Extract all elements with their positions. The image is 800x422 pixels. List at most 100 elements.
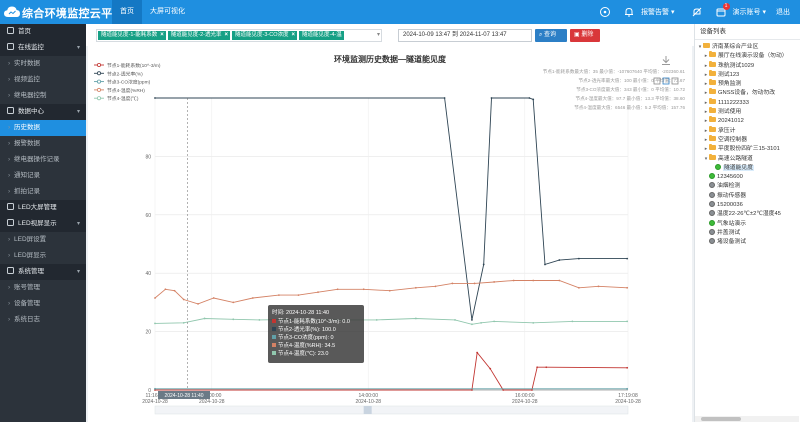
- zoom-slider-track[interactable]: [154, 405, 629, 415]
- legend-marker: [96, 79, 101, 84]
- sidebar-item[interactable]: › 账号管理: [0, 280, 86, 296]
- node-tag-select[interactable]: 隧道能见度-1-能耗系数 × 隧道能见度-2-透光率 × 隧道能见度-3-CO浓度 × 隧道…: [96, 29, 382, 42]
- sidebar-item[interactable]: › 实时数据: [0, 56, 86, 72]
- x-tick-date: 2024-10-28: [512, 399, 538, 405]
- sidebar-item[interactable]: › 系统日志: [0, 312, 86, 328]
- chevron-down-icon: ▾: [76, 269, 80, 275]
- y-tick-label: 20: [145, 330, 151, 336]
- sidebar-item[interactable]: › 继电器控制: [0, 88, 86, 104]
- chart-title: 环境监测历史数据—隧道能见度: [334, 54, 447, 64]
- zoom-slider-handle[interactable]: [363, 406, 372, 414]
- sidebar-item[interactable]: › 继电器操作记录: [0, 152, 86, 168]
- device-tree-node[interactable]: 12345600: [695, 173, 799, 182]
- nav-big-screen[interactable]: 大屏可视化: [142, 0, 193, 24]
- series-point: [532, 98, 535, 101]
- sidebar-item[interactable]: › LED屏设置: [0, 232, 86, 248]
- legend-item[interactable]: 节点2-透光率(%): [107, 70, 143, 77]
- sidebar-item[interactable]: › LED屏显示: [0, 248, 86, 264]
- close-icon[interactable]: ×: [160, 31, 164, 40]
- x-tick-date: 2024-10-28: [199, 399, 225, 405]
- online-status-icon: [709, 219, 715, 226]
- sidebar-item[interactable]: LED大屏管理: [0, 200, 86, 216]
- device-tree-node[interactable]: 堵设备测试: [695, 238, 799, 247]
- logout-link[interactable]: 退出: [776, 7, 790, 17]
- chevron-right-icon: ›: [8, 236, 11, 243]
- series-color-swatch: [272, 335, 276, 339]
- data-icon: [7, 105, 14, 114]
- sidebar-item[interactable]: › 报警数据: [0, 136, 86, 152]
- sidebar-item[interactable]: › 设备管理: [0, 296, 86, 312]
- series-point: [232, 301, 235, 304]
- top-nav: 首页 大屏可视化: [112, 0, 193, 24]
- sidebar-item[interactable]: 在线监控 ▾: [0, 40, 86, 56]
- device-tree-node[interactable]: 振动传感器: [695, 191, 799, 201]
- series-point: [476, 351, 479, 354]
- download-icon[interactable]: [662, 56, 670, 65]
- series-point: [597, 285, 600, 288]
- legend-item[interactable]: 节点1-能耗系数(10^-3/m): [107, 62, 161, 69]
- sidebar-item[interactable]: › 视频监控: [0, 72, 86, 88]
- device-tree-label: 空调控制器: [718, 136, 747, 143]
- series-point: [212, 297, 215, 299]
- node-tag: 隧道能见度-2-透光率 ×: [167, 31, 230, 40]
- chevron-down-icon[interactable]: ▾: [377, 31, 380, 38]
- sidebar-item[interactable]: › 抓拍记录: [0, 184, 86, 200]
- sidebar-item-label: 系统管理: [18, 268, 44, 275]
- device-tree-node[interactable]: 温度22-26℃±2℃湿度45: [695, 210, 799, 219]
- series-point: [490, 97, 493, 99]
- sidebar-item[interactable]: 系统管理 ▾: [0, 264, 86, 280]
- series-point: [558, 279, 561, 282]
- sidebar-item[interactable]: 数据中心 ▾: [0, 104, 86, 120]
- series-stats: 节点1-能耗系数最大值：35 最小值：-107607640 平均值：-20236…: [543, 68, 686, 75]
- trash-icon: ▣: [574, 32, 580, 38]
- alarm-menu[interactable]: 报警告警 ▾: [641, 7, 674, 17]
- series-point: [154, 97, 156, 99]
- device-tree-node[interactable]: 隧道能见度: [695, 163, 799, 173]
- query-button[interactable]: ⌕ 查询: [535, 29, 567, 42]
- sidebar-item[interactable]: › 通知记录: [0, 168, 86, 184]
- series-point: [297, 294, 300, 296]
- legend-item[interactable]: 节点3-CO浓度(ppm): [107, 79, 151, 86]
- device-tree-label: 预角监测: [718, 81, 742, 88]
- tooltip-row-text: 节点1-能耗系数(10^-3/m): 0.0: [278, 319, 350, 325]
- chevron-right-icon: ›: [8, 156, 11, 163]
- chevron-right-icon: ›: [8, 316, 11, 323]
- node-tag: 隧道能见度-1-能耗系数 ×: [98, 31, 166, 40]
- device-tree-label: 展厅在线演示设备（勿动）: [718, 53, 788, 60]
- mute-icon[interactable]: [691, 6, 703, 18]
- series-point: [577, 286, 580, 289]
- delete-button[interactable]: ▣ 删除: [570, 29, 600, 42]
- user-menu[interactable]: 演示账号 ▾: [733, 7, 766, 17]
- nav-home[interactable]: 首页: [112, 0, 142, 24]
- sidebar-item[interactable]: 首页: [0, 24, 86, 40]
- tooltip-row: 节点4-温度(℃): 23.0: [272, 350, 360, 358]
- device-tree-node[interactable]: 井盖测试: [695, 228, 799, 238]
- sidebar-item[interactable]: › 历史数据: [0, 120, 86, 136]
- device-tree-node[interactable]: ▾ 高速公路隧道: [695, 153, 799, 164]
- alarm-bell-icon[interactable]: [623, 6, 635, 18]
- sidebar-item[interactable]: LED视屏显示 ▾: [0, 216, 86, 232]
- series-point: [493, 320, 496, 323]
- date-range-input[interactable]: 2024-10-09 13:47 到 2024-11-07 13:47: [398, 29, 532, 42]
- notification-icon[interactable]: 1: [715, 3, 730, 18]
- legend-marker: [96, 62, 101, 67]
- history-line-chart[interactable]: 环境监测历史数据—隧道能见度02040608011:16:292024-10-2…: [88, 46, 692, 422]
- palette-icon[interactable]: [599, 6, 611, 18]
- device-tree-label: 振动传感器: [717, 192, 746, 199]
- legend-marker: [96, 87, 101, 92]
- device-tree-node[interactable]: 气象站演示: [695, 219, 799, 229]
- close-icon[interactable]: ×: [224, 31, 228, 40]
- home-icon: [7, 25, 14, 34]
- series-point: [473, 282, 476, 285]
- series-color-swatch: [272, 351, 276, 355]
- device-tree-node[interactable]: 油烟检测: [695, 182, 799, 191]
- series-point: [471, 323, 473, 326]
- horizontal-scrollbar[interactable]: [695, 416, 799, 422]
- close-icon[interactable]: ×: [291, 31, 295, 40]
- legend-item[interactable]: 节点4-温度(%RH): [107, 87, 145, 94]
- legend-item[interactable]: 节点4-温度(℃): [107, 95, 139, 102]
- series-line: [155, 351, 628, 391]
- device-tree-node[interactable]: 15200036: [695, 201, 799, 210]
- series-point: [571, 320, 574, 323]
- sidebar-item-label: LED大屏管理: [18, 204, 57, 211]
